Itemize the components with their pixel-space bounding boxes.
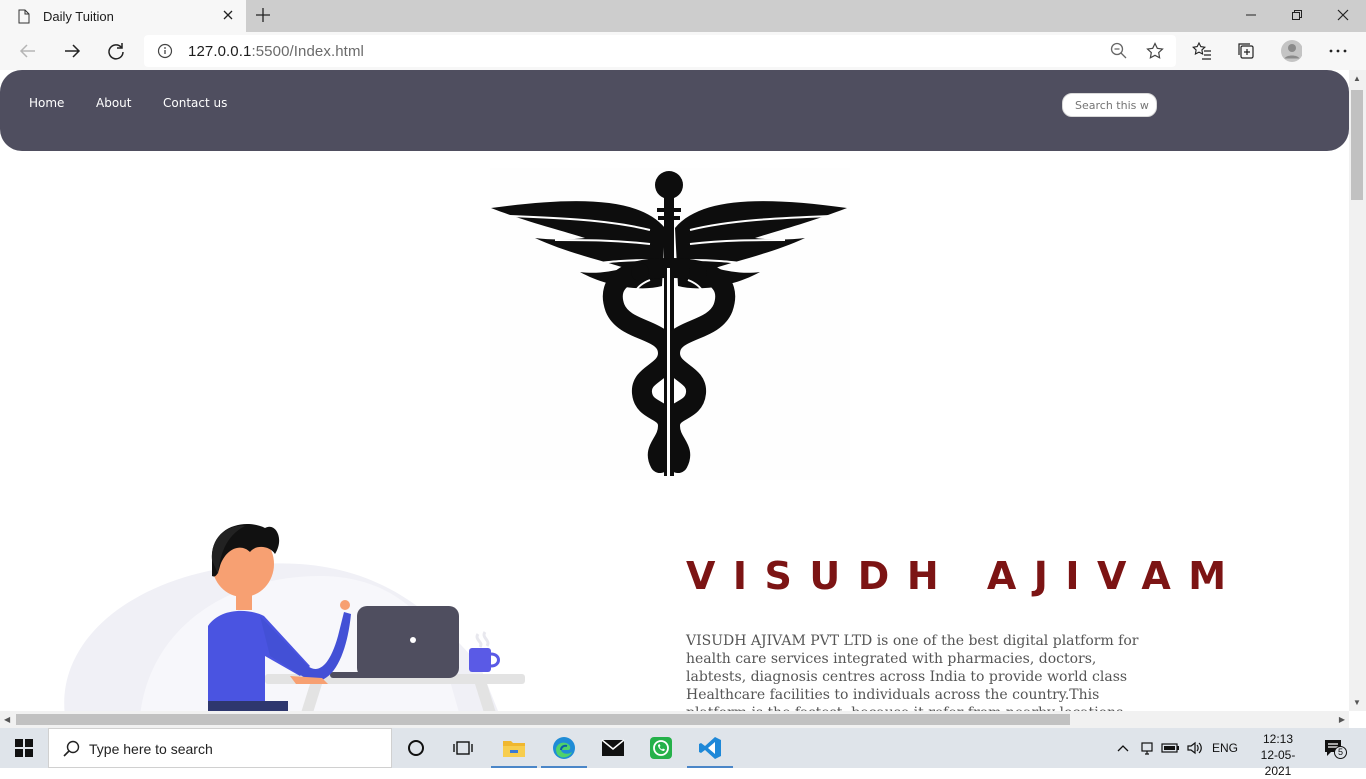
system-clock[interactable]: 12:13 12-05-2021 — [1250, 731, 1306, 779]
battery-tray-button[interactable] — [1160, 738, 1182, 758]
caduceus-icon — [491, 171, 847, 478]
url-text: 127.0.0.1:5500/Index.html — [188, 43, 364, 60]
file-explorer-app[interactable] — [491, 728, 537, 768]
collections-button[interactable] — [1235, 40, 1257, 62]
notification-count-badge: 5 — [1334, 746, 1347, 759]
close-tab-icon[interactable] — [220, 7, 236, 23]
favorites-button[interactable] — [1191, 40, 1213, 62]
edge-icon — [553, 737, 575, 759]
about-paragraph: VISUDH AJIVAM PVT LTD is one of the best… — [686, 633, 1139, 711]
zoom-out-icon[interactable] — [1110, 42, 1128, 60]
edge-browser-app[interactable] — [541, 728, 587, 768]
cortana-button[interactable] — [393, 728, 439, 768]
settings-menu-button[interactable] — [1327, 40, 1349, 62]
search-icon — [63, 740, 80, 757]
task-view-icon — [453, 741, 473, 755]
info-icon[interactable] — [157, 43, 173, 59]
nav-home-link[interactable]: Home — [29, 96, 64, 110]
profile-button[interactable] — [1280, 40, 1302, 62]
horizontal-scrollbar[interactable]: ◀ ▶ — [0, 711, 1349, 728]
favorites-list-icon — [1192, 41, 1211, 60]
url-host: 127.0.0.1 — [188, 43, 252, 60]
mail-envelope-icon — [601, 739, 625, 756]
forward-button[interactable] — [61, 40, 83, 62]
taskbar-search-placeholder: Type here to search — [89, 741, 213, 757]
chevron-up-icon — [1117, 745, 1129, 752]
show-hidden-icons-button[interactable] — [1114, 738, 1132, 758]
minimize-button[interactable] — [1228, 0, 1274, 30]
vertical-scroll-thumb[interactable] — [1351, 90, 1363, 200]
refresh-icon — [108, 43, 124, 60]
vertical-scrollbar[interactable]: ▲ ▼ — [1349, 70, 1366, 711]
favorite-star-icon[interactable] — [1146, 42, 1164, 60]
clock-date: 12-05-2021 — [1260, 748, 1296, 778]
site-navbar: Home About Contact us — [0, 70, 1349, 151]
scroll-up-arrow-icon[interactable]: ▲ — [1353, 74, 1361, 83]
cortana-circle-icon — [408, 740, 424, 756]
mail-app[interactable] — [590, 728, 636, 768]
vscode-icon — [699, 737, 721, 759]
nav-about-link[interactable]: About — [96, 96, 131, 110]
whatsapp-icon — [650, 737, 672, 759]
windows-taskbar: Type here to search ENG 12:13 12-05-2021… — [0, 728, 1366, 778]
browser-tab[interactable]: Daily Tuition — [0, 0, 246, 32]
close-icon — [1337, 9, 1349, 21]
brand-title: VISUDH AJIVAM — [686, 554, 1244, 598]
restore-icon — [1292, 10, 1302, 20]
taskbar-search-box[interactable]: Type here to search — [48, 728, 392, 768]
url-path: :5500/Index.html — [251, 43, 364, 60]
avatar-icon — [1281, 40, 1302, 62]
device-icon — [1141, 742, 1153, 755]
windows-logo-icon — [15, 739, 33, 757]
task-view-button[interactable] — [440, 728, 486, 768]
restore-button[interactable] — [1274, 0, 1320, 30]
browser-tab-strip: Daily Tuition — [0, 0, 1366, 32]
caduceus-logo — [490, 168, 850, 480]
whatsapp-app[interactable] — [638, 728, 684, 768]
vscode-app[interactable] — [687, 728, 733, 768]
action-center-button[interactable]: 5 — [1322, 738, 1347, 759]
volume-tray-button[interactable] — [1185, 738, 1205, 758]
horizontal-scroll-thumb[interactable] — [16, 714, 1070, 725]
site-search-input[interactable] — [1062, 93, 1157, 117]
page-viewport: Home About Contact us Search this w VISU… — [0, 70, 1349, 711]
device-tray-button[interactable] — [1138, 738, 1156, 758]
scroll-down-arrow-icon[interactable]: ▼ — [1353, 698, 1361, 707]
scroll-left-arrow-icon[interactable]: ◀ — [4, 715, 10, 724]
more-horizontal-icon — [1329, 49, 1347, 53]
nav-contact-link[interactable]: Contact us — [163, 96, 227, 110]
input-language-indicator[interactable]: ENG — [1212, 741, 1238, 755]
browser-toolbar: 127.0.0.1:5500/Index.html — [0, 32, 1366, 70]
address-bar[interactable]: 127.0.0.1:5500/Index.html — [144, 35, 1176, 67]
back-arrow-icon — [19, 44, 35, 58]
minimize-icon — [1246, 14, 1256, 16]
scroll-right-arrow-icon[interactable]: ▶ — [1339, 715, 1345, 724]
battery-plug-icon — [1161, 743, 1179, 753]
new-tab-icon[interactable] — [254, 6, 272, 24]
tab-title: Daily Tuition — [43, 8, 114, 24]
back-button[interactable] — [17, 40, 39, 62]
close-window-button[interactable] — [1320, 0, 1366, 30]
clock-time: 12:13 — [1262, 732, 1294, 746]
forward-arrow-icon — [65, 44, 81, 58]
start-button[interactable] — [0, 728, 48, 768]
speaker-icon — [1187, 741, 1202, 755]
folder-icon — [503, 741, 525, 757]
refresh-button[interactable] — [105, 40, 127, 62]
page-icon — [18, 9, 30, 23]
person-laptop-illustration — [64, 523, 525, 711]
collections-icon — [1238, 43, 1254, 59]
